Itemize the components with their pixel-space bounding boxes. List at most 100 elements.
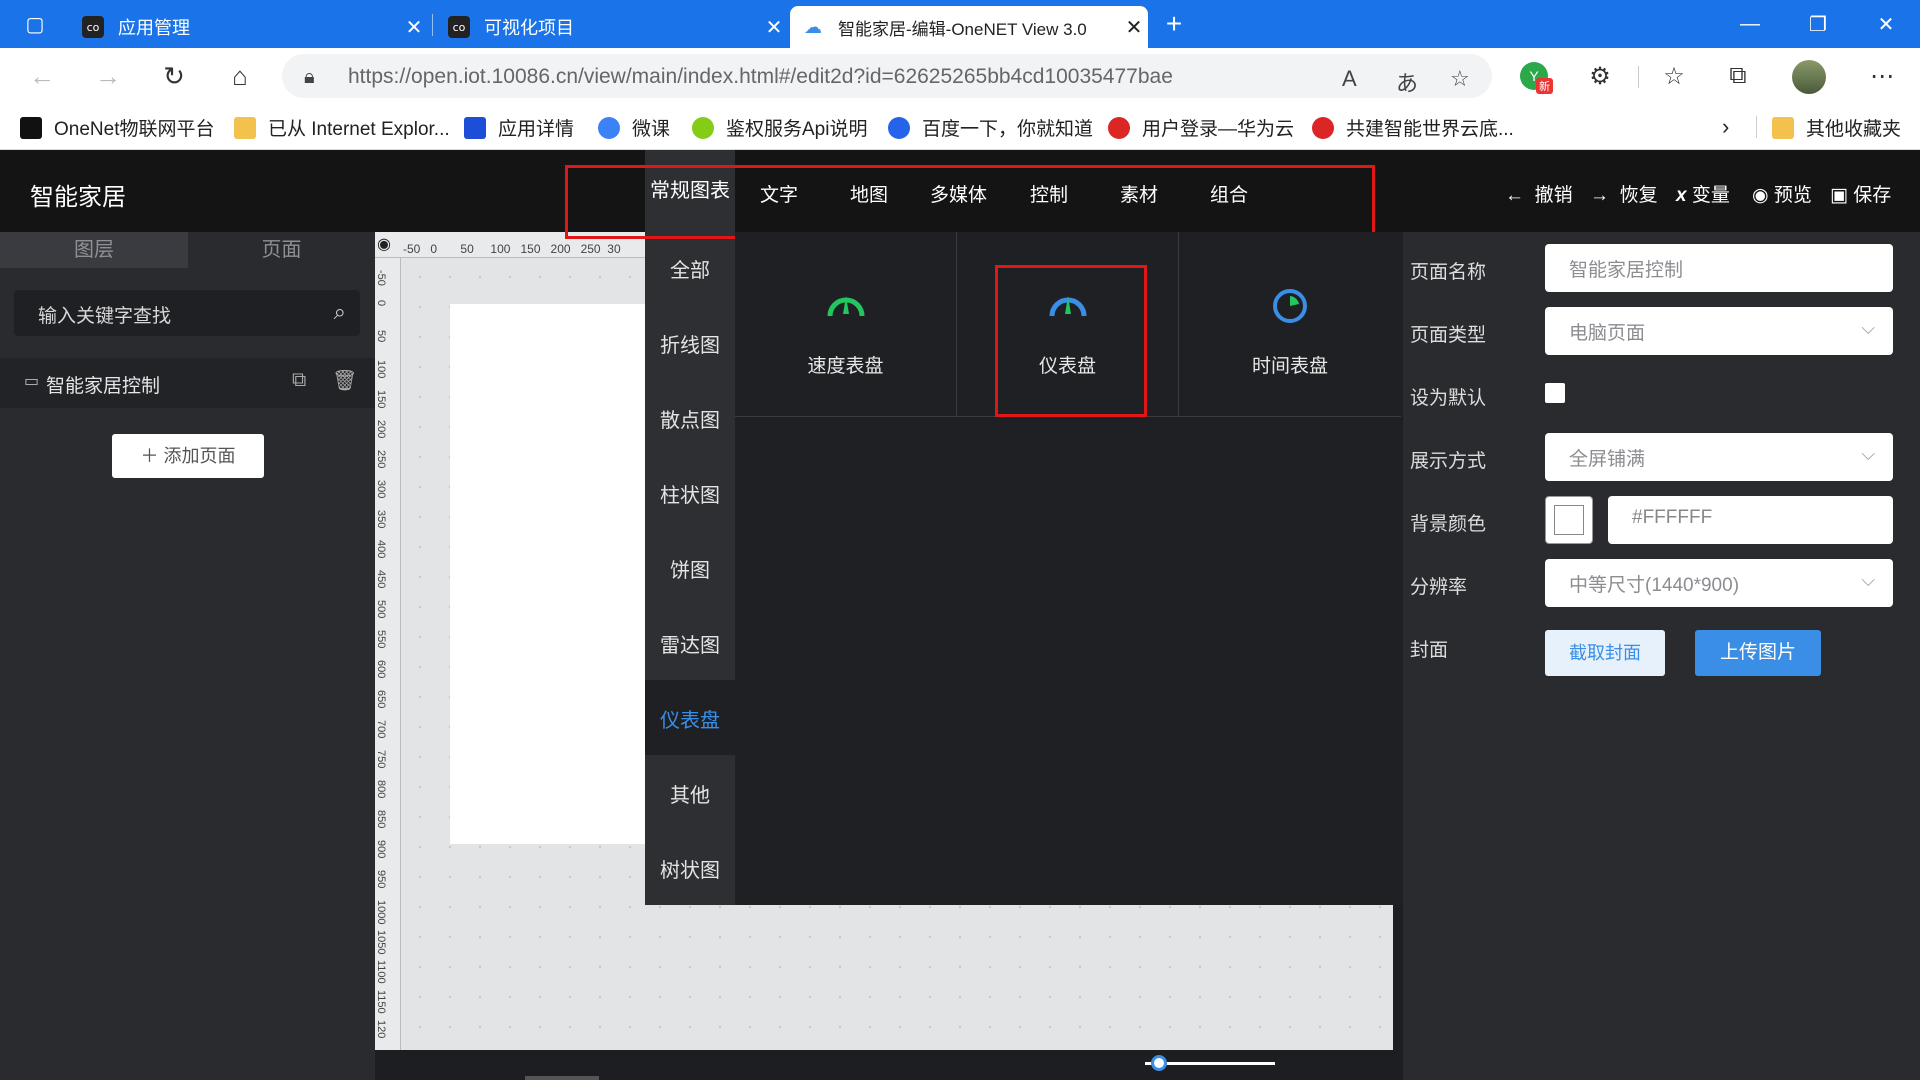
- ruler-label: 50: [375, 330, 387, 343]
- back-icon[interactable]: ←: [22, 58, 62, 94]
- search-icon[interactable]: ⌕: [334, 299, 346, 325]
- more-icon[interactable]: ⋯: [1866, 62, 1898, 91]
- restore-button[interactable]: ❐: [1784, 0, 1852, 48]
- category-scatter[interactable]: 散点图: [645, 404, 735, 433]
- plus-icon: ＋: [140, 446, 159, 466]
- zoom-slider-handle[interactable]: [1151, 1055, 1167, 1071]
- bookmark-item[interactable]: 应用详情: [464, 114, 574, 141]
- category-radar[interactable]: 雷达图: [645, 629, 735, 658]
- chevron-right-icon[interactable]: ›: [1722, 114, 1729, 140]
- add-page-button[interactable]: ＋ 添加页面: [112, 434, 264, 478]
- extensions-icon[interactable]: ⚙: [1584, 62, 1616, 91]
- other-favorites[interactable]: 其他收藏夹: [1772, 114, 1901, 141]
- page-artboard[interactable]: [450, 304, 645, 844]
- bookmark-item[interactable]: 已从 Internet Explor...: [234, 114, 450, 141]
- category-tree[interactable]: 树状图: [645, 854, 735, 883]
- tab-actions-icon[interactable]: ▢: [0, 0, 70, 48]
- translate-icon[interactable]: あ: [1396, 66, 1418, 98]
- minimize-button[interactable]: —: [1716, 0, 1784, 48]
- save-button[interactable]: ▣ 保存: [1830, 180, 1891, 207]
- variables-button[interactable]: x 变量: [1676, 180, 1730, 207]
- bookmark-item[interactable]: 鉴权服务Api说明: [692, 114, 867, 141]
- gauge-speed[interactable]: 速度表盘: [735, 232, 957, 417]
- bookmark-item[interactable]: 百度一下，你就知道: [888, 114, 1093, 141]
- vertical-ruler: -50 0 50 100 150 200 250 300 350 400 450 500 550 600 6…: [375, 258, 401, 1050]
- ruler-label: 1100: [375, 960, 387, 984]
- ruler-label: 350: [375, 510, 387, 529]
- layer-search-input[interactable]: 输入关键字查找 ⌕: [14, 290, 360, 336]
- bookmark-item[interactable]: 共建智能世界云底...: [1312, 114, 1514, 141]
- redo-button[interactable]: → 恢复: [1590, 180, 1658, 207]
- category-pie[interactable]: 饼图: [645, 554, 735, 583]
- chevron-down-icon: ⌵: [1861, 318, 1875, 338]
- bookmark-item[interactable]: 微课: [598, 114, 670, 141]
- category-line[interactable]: 折线图: [645, 329, 735, 358]
- avatar[interactable]: [1792, 60, 1826, 94]
- tab-pages[interactable]: 页面: [188, 232, 375, 268]
- bookmark-item[interactable]: OneNet物联网平台: [20, 114, 214, 141]
- page-name-label: 页面名称: [1410, 262, 1487, 283]
- default-checkbox[interactable]: [1545, 383, 1565, 403]
- scrollbar-thumb[interactable]: [525, 1076, 599, 1080]
- category-gauge[interactable]: 仪表盘: [645, 704, 735, 733]
- canvas-footer: [375, 1050, 1393, 1080]
- save-icon: ▣: [1830, 185, 1848, 206]
- collections-icon[interactable]: ⧉: [1722, 62, 1754, 90]
- read-aloud-icon[interactable]: A: [1342, 66, 1357, 92]
- url-text[interactable]: https://open.iot.10086.cn/view/main/inde…: [348, 65, 1173, 89]
- address-field[interactable]: 🔒︎ https://open.iot.10086.cn/view/main/i…: [282, 54, 1492, 98]
- leaf-icon: [692, 116, 714, 139]
- close-icon[interactable]: ✕: [400, 15, 428, 40]
- capture-cover-button[interactable]: 截取封面: [1545, 630, 1665, 676]
- gauge-label: 速度表盘: [807, 356, 884, 377]
- course-icon: [598, 116, 620, 139]
- category-other[interactable]: 其他: [645, 779, 735, 808]
- category-bar[interactable]: 柱状图: [645, 479, 735, 508]
- close-icon[interactable]: ✕: [760, 15, 788, 40]
- tab-visual-projects[interactable]: co 可视化项目 ✕: [436, 6, 788, 48]
- new-tab-button[interactable]: +: [1150, 0, 1198, 48]
- trash-icon[interactable]: 🗑︎: [332, 368, 357, 393]
- ruler-label: 600: [375, 660, 387, 679]
- tab-smart-home-editor[interactable]: ☁ 智能家居-编辑-OneNET View 3.0 ✕: [790, 6, 1148, 48]
- resolution-select[interactable]: 中等尺寸(1440*900) ⌵: [1545, 559, 1893, 607]
- close-icon[interactable]: ✕: [1120, 15, 1148, 40]
- display-select[interactable]: 全屏铺满 ⌵: [1545, 433, 1893, 481]
- preview-button[interactable]: ◉ 预览: [1752, 180, 1812, 207]
- lock-icon[interactable]: 🔒︎: [304, 66, 315, 89]
- bg-color-input[interactable]: #FFFFFF: [1608, 496, 1893, 544]
- tab-title: 可视化项目: [484, 18, 574, 38]
- ruler-label: 1000: [375, 900, 387, 925]
- page-type-select[interactable]: 电脑页面 ⌵: [1545, 307, 1893, 355]
- chevron-down-icon: ⌵: [1861, 444, 1875, 464]
- arrow-right-icon: →: [1590, 185, 1609, 206]
- category-all[interactable]: 全部: [645, 254, 735, 283]
- copy-icon[interactable]: ⧉: [292, 369, 306, 392]
- onenet-icon: [464, 116, 486, 139]
- bookmark-item[interactable]: 用户登录—华为云: [1108, 114, 1294, 141]
- add-favorite-icon[interactable]: ☆: [1450, 66, 1470, 92]
- undo-button[interactable]: ← 撤销: [1505, 180, 1573, 207]
- ruler-label: 200: [375, 420, 387, 439]
- ruler-label: 120: [375, 1020, 387, 1039]
- ruler-label: 50: [460, 242, 474, 256]
- home-icon[interactable]: ⌂: [220, 58, 260, 94]
- favorites-icon[interactable]: ☆: [1658, 62, 1690, 91]
- ruler-label: 650: [375, 690, 387, 709]
- page-list-item[interactable]: ▭ 智能家居控制 ⧉ 🗑︎: [0, 358, 375, 408]
- clock-gauge-icon: [1273, 289, 1307, 323]
- page-name-input[interactable]: 智能家居控制: [1545, 244, 1893, 292]
- eye-icon[interactable]: ◉: [377, 234, 391, 254]
- upload-image-button[interactable]: 上传图片: [1695, 630, 1821, 676]
- forward-icon[interactable]: →: [88, 58, 128, 94]
- gauge-time[interactable]: 时间表盘: [1179, 232, 1401, 417]
- ruler-label: 500: [375, 600, 387, 619]
- new-badge: 新: [1536, 78, 1553, 94]
- ruler-label: -50: [403, 242, 421, 256]
- tab-app-management[interactable]: co 应用管理 ✕: [70, 6, 428, 48]
- refresh-icon[interactable]: ↻: [154, 58, 194, 94]
- tab-title: 应用管理: [118, 18, 190, 38]
- tab-layers[interactable]: 图层: [0, 232, 188, 268]
- close-window-button[interactable]: ✕: [1852, 0, 1920, 48]
- color-swatch[interactable]: [1545, 496, 1593, 544]
